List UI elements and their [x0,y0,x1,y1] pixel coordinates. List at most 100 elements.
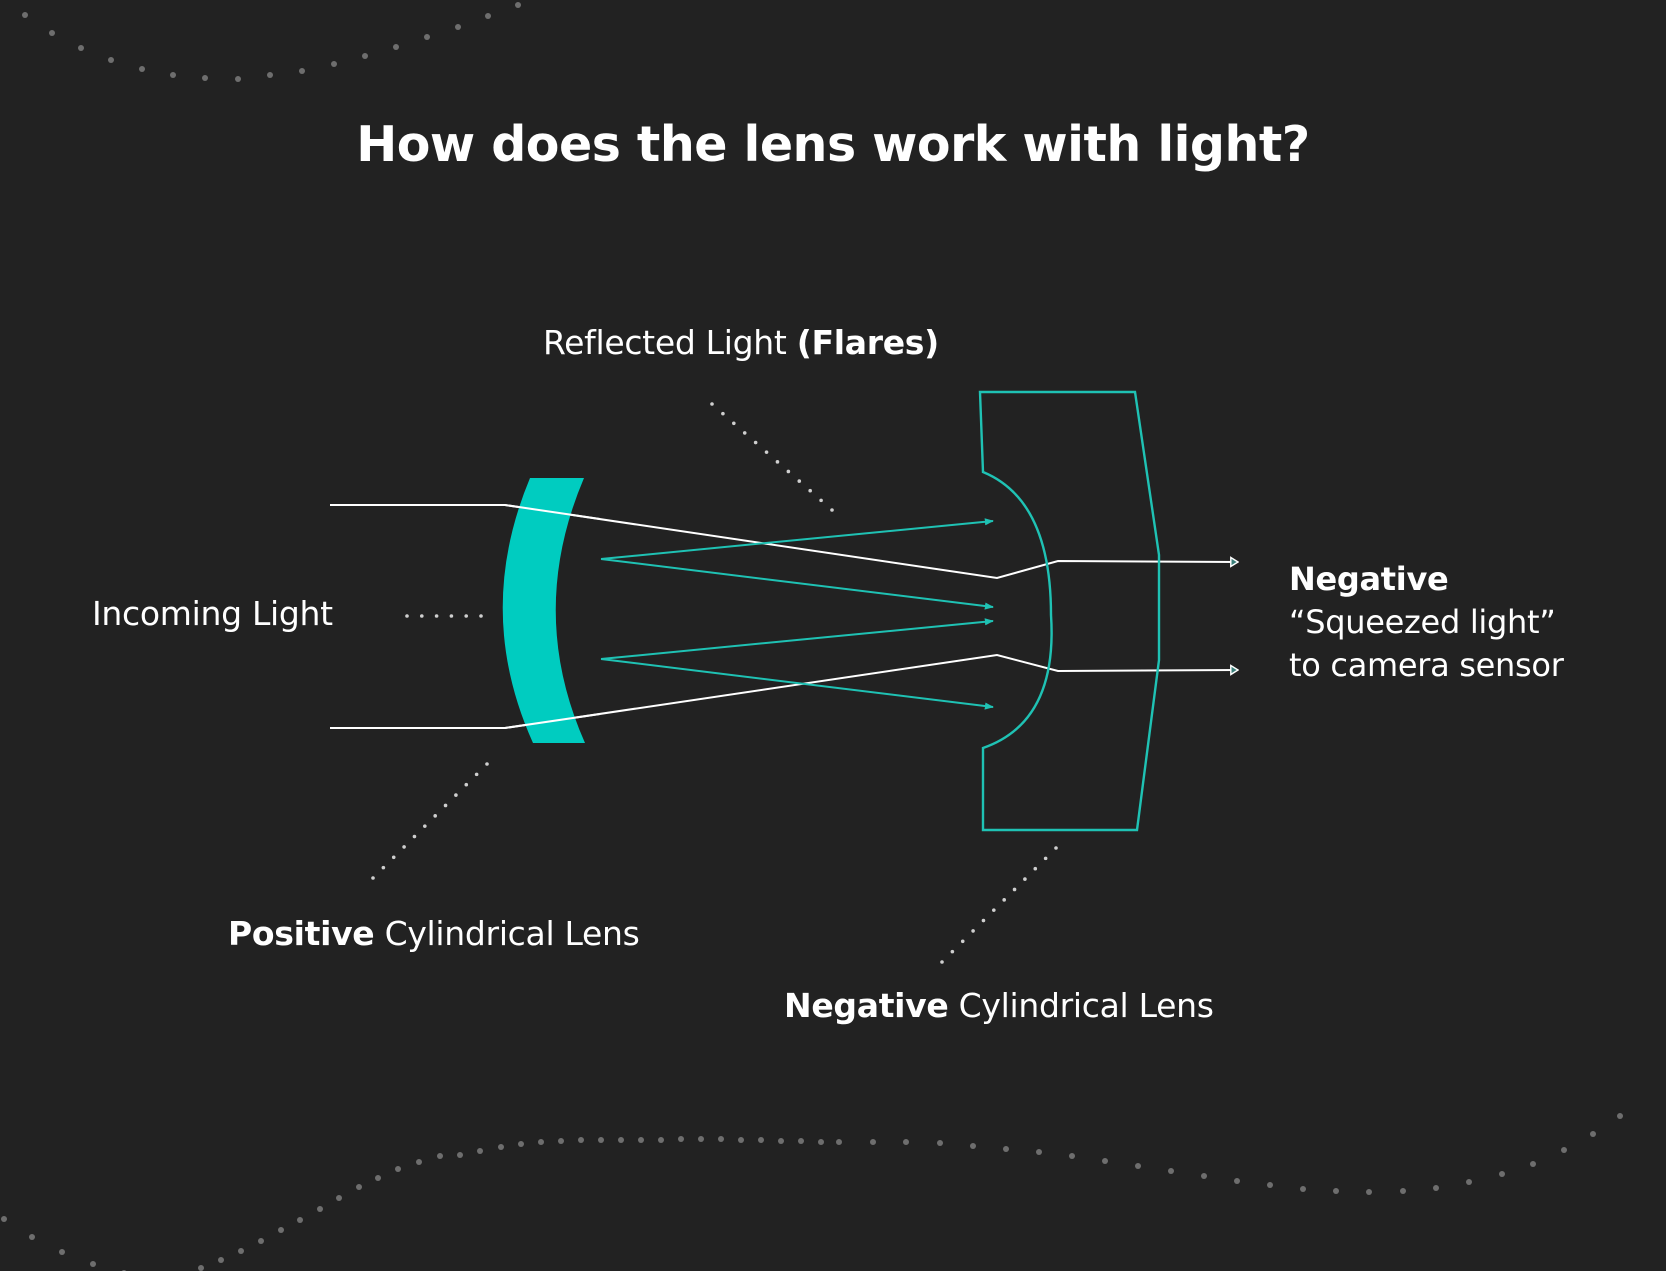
negative-leader-dot [950,949,955,954]
positive-leader-dot [402,845,406,849]
decor-dot [1400,1188,1406,1194]
negative-leader-dot [1012,887,1017,892]
decor-dot [356,1184,362,1190]
decor-dot [970,1143,976,1149]
negative-text: Negative [784,986,949,1025]
output-label-title: Negative [1289,560,1449,598]
flares-text: (Flares) [796,323,939,362]
decor-dot [1003,1146,1009,1152]
negative-cylindrical-lens [978,390,1161,832]
decor-dot [818,1139,824,1145]
decor-dot [375,1175,381,1181]
positive-leader-dot [454,793,458,797]
negative-leader-dot [1043,856,1048,861]
decor-dot [1267,1182,1273,1188]
decor-dot [598,1137,604,1143]
decor-dot [1168,1168,1174,1174]
decor-dot [1433,1185,1439,1191]
page-title: How does the lens work with light? [356,116,1310,173]
positive-text: Positive [228,914,375,953]
incoming-leader-dot [434,614,439,618]
reflected-leader-dot [710,402,714,406]
decor-dot [1069,1153,1075,1159]
decor-dot [558,1138,564,1144]
reflected-leader-dot [732,421,736,426]
leader-lines [371,402,1058,964]
reflected-ray-upper-a [600,518,994,560]
reflected-leader-dot [742,431,747,435]
decor-dot [1530,1161,1536,1167]
reflected-ray-upper-b [600,558,994,610]
decor-dot [299,68,305,74]
decor-dot [477,1148,483,1154]
decor-dot [515,2,521,8]
reflected-leader-dot [819,498,823,503]
decor-dot [108,57,114,63]
decor-dot [698,1136,704,1142]
incoming-leader-dot [449,614,454,618]
decor-dot [455,24,461,30]
negative-lens-text: Cylindrical Lens [948,986,1214,1025]
decor-dot [1590,1131,1596,1137]
positive-leader-dot [423,824,427,828]
reflected-leader-dot [775,460,780,464]
reflected-ray-lower-a [600,618,994,660]
negative-leader-dot [1023,877,1027,881]
negative-leader-dot [940,960,944,964]
decor-dot [1333,1188,1339,1194]
incoming-leader-dot [420,614,424,618]
decor-dot [485,13,491,19]
decor-dot [29,1234,35,1240]
negative-leader-dot [1002,898,1006,902]
decor-dot [336,1195,342,1201]
negative-leader-dot [1054,846,1058,850]
decor-dot [218,1257,224,1263]
positive-leader-dot [381,865,386,870]
decor-dot [395,1166,401,1172]
decor-dot [538,1139,544,1145]
decor-dot [836,1139,842,1145]
negative-lens-label: Negative Cylindrical Lens [784,986,1214,1025]
decor-dot [416,1159,422,1165]
decorative-dot-arc-top [22,2,521,82]
decor-dot [1036,1149,1042,1155]
decor-dot [658,1137,664,1143]
decor-dot [758,1137,764,1143]
reflected-leader-dot [797,479,802,483]
decor-dot [1102,1158,1108,1164]
incoming-light-label: Incoming Light [92,594,333,633]
output-label-line2: “Squeezed light” [1289,603,1556,641]
decor-dot [1234,1178,1240,1184]
positive-lens-text: Cylindrical Lens [374,914,640,953]
decor-dot [457,1152,463,1158]
decor-dot [1499,1171,1505,1177]
decor-dot [170,72,176,78]
decor-dot [90,1261,96,1267]
positive-cylindrical-lens [502,478,585,743]
decor-dot [618,1137,624,1143]
decor-dot [798,1138,804,1144]
reflected-light-label: Reflected Light (Flares) [543,323,939,362]
negative-leader-dot [1033,866,1038,871]
decor-dot [331,61,337,67]
output-label-line3: to camera sensor [1289,646,1564,684]
decor-dot [49,30,55,36]
positive-leader-dot [391,855,396,860]
decor-dot [297,1217,303,1223]
decor-dot [22,12,28,18]
decor-dot [498,1144,504,1150]
decor-dot [278,1227,284,1233]
positive-leader-dot [412,834,417,839]
decor-dot [738,1137,744,1143]
reflected-leader-dot [721,411,725,416]
negative-leader-dot [992,908,996,912]
negative-leader-dot [960,939,965,944]
reflected-leader-dot [764,450,769,454]
decor-dot [937,1140,943,1146]
output-label: Negative “Squeezed light” to camera sens… [1289,558,1564,687]
decor-dot [267,72,273,78]
decor-dot [1617,1113,1623,1119]
decor-dot [1300,1186,1306,1192]
reflected-leader-dot [786,469,791,474]
reflected-light-text: Reflected Light [543,323,797,362]
